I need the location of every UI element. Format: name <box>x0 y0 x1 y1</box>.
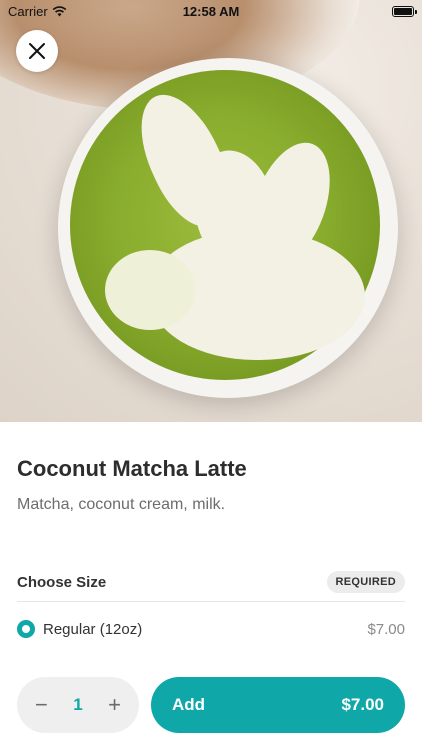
product-image <box>0 0 422 422</box>
close-icon <box>29 43 45 59</box>
size-section-header: Choose Size REQUIRED <box>17 571 405 593</box>
required-badge: REQUIRED <box>326 571 405 593</box>
status-bar: Carrier 12:58 AM <box>0 0 422 22</box>
close-button[interactable] <box>16 30 58 72</box>
size-option-label: Regular (12oz) <box>43 620 143 638</box>
radio-selected-icon[interactable] <box>17 620 35 638</box>
increment-button[interactable]: + <box>108 694 121 716</box>
product-details: Coconut Matcha Latte Matcha, coconut cre… <box>0 422 422 638</box>
battery-icon <box>392 5 417 17</box>
add-button-label: Add <box>172 695 206 714</box>
product-description: Matcha, coconut cream, milk. <box>17 496 226 513</box>
carrier-label: Carrier <box>8 3 48 19</box>
add-button-price: $7.00 <box>341 695 384 714</box>
quantity-stepper: − 1 + <box>17 677 139 733</box>
size-option-price: $7.00 <box>367 620 405 638</box>
product-title: Coconut Matcha Latte <box>17 456 247 481</box>
size-option-regular[interactable]: Regular (12oz) $7.00 <box>17 620 405 638</box>
quantity-value: 1 <box>73 695 83 714</box>
decrement-button[interactable]: − <box>35 694 48 716</box>
size-section-title: Choose Size <box>17 573 107 591</box>
divider <box>17 601 405 602</box>
wifi-icon <box>52 5 67 16</box>
add-to-cart-button[interactable]: Add $7.00 <box>151 677 405 733</box>
latte-art <box>105 250 195 330</box>
